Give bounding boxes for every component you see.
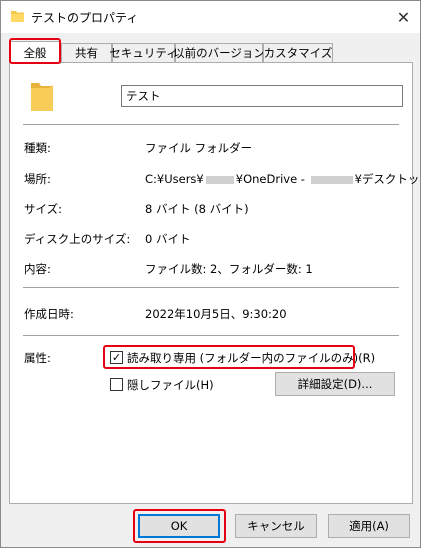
folder-name-input[interactable]: テスト [121,85,403,107]
separator [23,124,399,125]
close-button[interactable]: ✕ [387,1,420,33]
tab-security[interactable]: セキュリティ [109,43,178,62]
separator [23,335,399,336]
cancel-button[interactable]: キャンセル [235,514,317,538]
apply-button[interactable]: 適用(A) [328,514,410,538]
redacted-org [310,175,353,184]
created-label: 作成日時: [24,307,74,321]
separator [23,287,399,288]
location-value: C:¥Users¥¥OneDrive - ¥デスクトップ [145,172,421,186]
tab-previous-versions[interactable]: 以前のバージョン [173,43,265,62]
advanced-settings-button[interactable]: 詳細設定(D)... [275,372,395,396]
ok-button[interactable]: OK [138,514,220,538]
title-bar: テストのプロパティ ✕ [1,1,420,33]
contents-label: 内容: [24,262,51,276]
redacted-username [205,175,234,184]
attributes-label: 属性: [24,351,51,365]
tab-strip: 全般 共有 セキュリティ 以前のバージョン カスタマイズ [9,41,413,64]
type-value: ファイル フォルダー [145,141,253,155]
type-label: 種類: [24,141,51,155]
tab-general[interactable]: 全般 [9,41,61,64]
readonly-checkbox[interactable]: ✓ [110,351,123,364]
contents-value: ファイル数: 2、フォルダー数: 1 [145,262,313,276]
size-label: サイズ: [24,202,63,216]
size-value: 8 バイト (8 バイト) [145,202,249,216]
hidden-label[interactable]: 隠しファイル(H) [127,377,214,393]
created-value: 2022年10月5日、9:30:20 [145,307,287,321]
folder-large-icon [31,83,53,111]
hidden-checkbox[interactable] [110,378,123,391]
general-panel [9,62,413,504]
disk-size-value: 0 バイト [145,232,191,246]
properties-window: テストのプロパティ ✕ 全般 共有 セキュリティ 以前のバージョン カスタマイズ… [0,0,421,548]
close-icon: ✕ [396,7,411,27]
disk-size-label: ディスク上のサイズ: [24,232,131,246]
window-title: テストのプロパティ [31,11,139,25]
tab-sharing[interactable]: 共有 [61,43,112,62]
folder-icon [11,11,24,22]
location-label: 場所: [24,172,51,186]
readonly-label[interactable]: 読み取り専用 (フォルダー内のファイルのみ)(R) [127,350,375,366]
tab-customize[interactable]: カスタマイズ [263,43,333,62]
check-icon: ✓ [111,351,122,364]
